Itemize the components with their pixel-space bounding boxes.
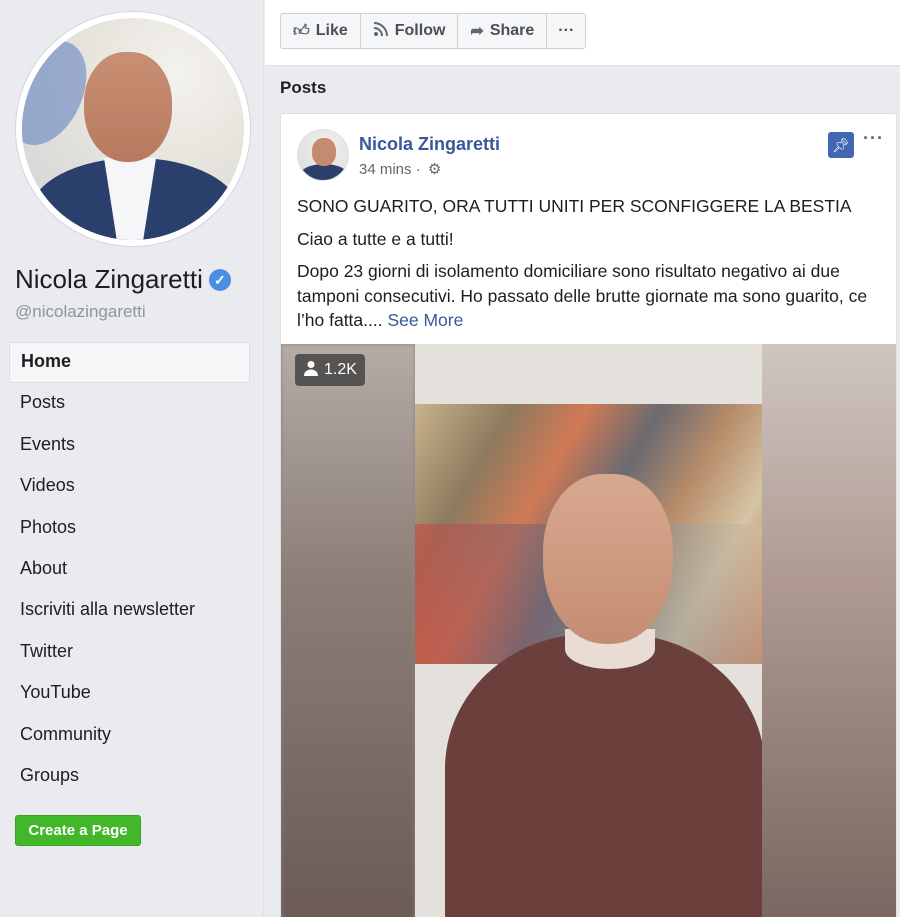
post-greeting: Ciao a tutte e a tutti! [297, 228, 454, 249]
page-name[interactable]: Nicola Zingaretti ✓ [15, 264, 231, 295]
follow-button[interactable]: Follow [361, 14, 459, 48]
sidebar-item-community[interactable]: Community [9, 715, 250, 756]
viewer-count-badge: 1.2K [295, 354, 365, 386]
video-frame [415, 344, 762, 917]
profile-picture[interactable] [16, 12, 250, 246]
sidebar-item-about[interactable]: About [9, 549, 250, 590]
sidebar-nav: Home Posts Events Videos Photos About Is… [9, 342, 250, 797]
post-body-text: Dopo 23 giorni di isolamento domiciliare… [297, 261, 868, 330]
sidebar-item-videos[interactable]: Videos [9, 466, 250, 507]
verified-icon: ✓ [208, 269, 231, 291]
sidebar-item-youtube[interactable]: YouTube [9, 673, 250, 714]
post-meta: 34 mins · ⚙ [359, 160, 441, 178]
share-arrow-icon: ➦ [470, 23, 484, 40]
see-more-link[interactable]: See More [387, 310, 463, 330]
post-body: SONO GUARITO, ORA TUTTI UNITI PER SCONFI… [297, 194, 887, 341]
thumbs-up-icon: 👍︎ [293, 22, 310, 40]
page-name-text: Nicola Zingaretti [15, 264, 203, 294]
left-sidebar: Nicola Zingaretti ✓ @nicolazingaretti Hom… [0, 0, 264, 917]
like-button[interactable]: 👍︎ Like [281, 14, 361, 48]
create-page-button[interactable]: Create a Page [15, 815, 141, 846]
sidebar-item-events[interactable]: Events [9, 425, 250, 466]
pin-icon[interactable]: 📌︎ [828, 132, 854, 158]
follow-label: Follow [394, 22, 446, 39]
main-content: 👍︎ Like Follow ➦ Share ··· Posts Nicola … [265, 0, 900, 917]
speaker-face [543, 474, 673, 644]
post-author-avatar[interactable] [297, 129, 349, 181]
sidebar-item-twitter[interactable]: Twitter [9, 632, 250, 673]
action-buttons: 👍︎ Like Follow ➦ Share ··· [280, 13, 587, 49]
person-icon [303, 360, 319, 381]
sidebar-item-photos[interactable]: Photos [9, 508, 250, 549]
more-options-button[interactable]: ··· [547, 14, 585, 48]
post-author-name[interactable]: Nicola Zingaretti [359, 134, 500, 155]
sidebar-item-groups[interactable]: Groups [9, 756, 250, 797]
post-timestamp[interactable]: 34 mins · [359, 161, 421, 178]
live-video[interactable]: 1.2K [281, 344, 896, 917]
profile-photo [22, 18, 244, 240]
share-label: Share [489, 22, 535, 39]
post-card: Nicola Zingaretti 34 mins · ⚙ 📌︎ ··· SON… [280, 113, 897, 917]
like-label: Like [315, 22, 348, 39]
page-handle[interactable]: @nicolazingaretti [15, 302, 146, 322]
page-action-bar: 👍︎ Like Follow ➦ Share ··· [265, 0, 900, 66]
post-options-button[interactable]: ··· [863, 128, 884, 149]
post-headline: SONO GUARITO, ORA TUTTI UNITI PER SCONFI… [297, 196, 852, 216]
rss-icon [373, 21, 389, 42]
viewer-count: 1.2K [324, 361, 357, 378]
posts-heading: Posts [280, 78, 327, 97]
sidebar-item-home[interactable]: Home [9, 342, 250, 384]
sidebar-item-newsletter[interactable]: Iscriviti alla newsletter [9, 590, 250, 631]
gear-icon[interactable]: ⚙ [428, 160, 441, 178]
post-paragraph: Dopo 23 giorni di isolamento domiciliare… [297, 259, 887, 333]
share-button[interactable]: ➦ Share [458, 14, 548, 48]
sidebar-item-posts[interactable]: Posts [9, 383, 250, 424]
